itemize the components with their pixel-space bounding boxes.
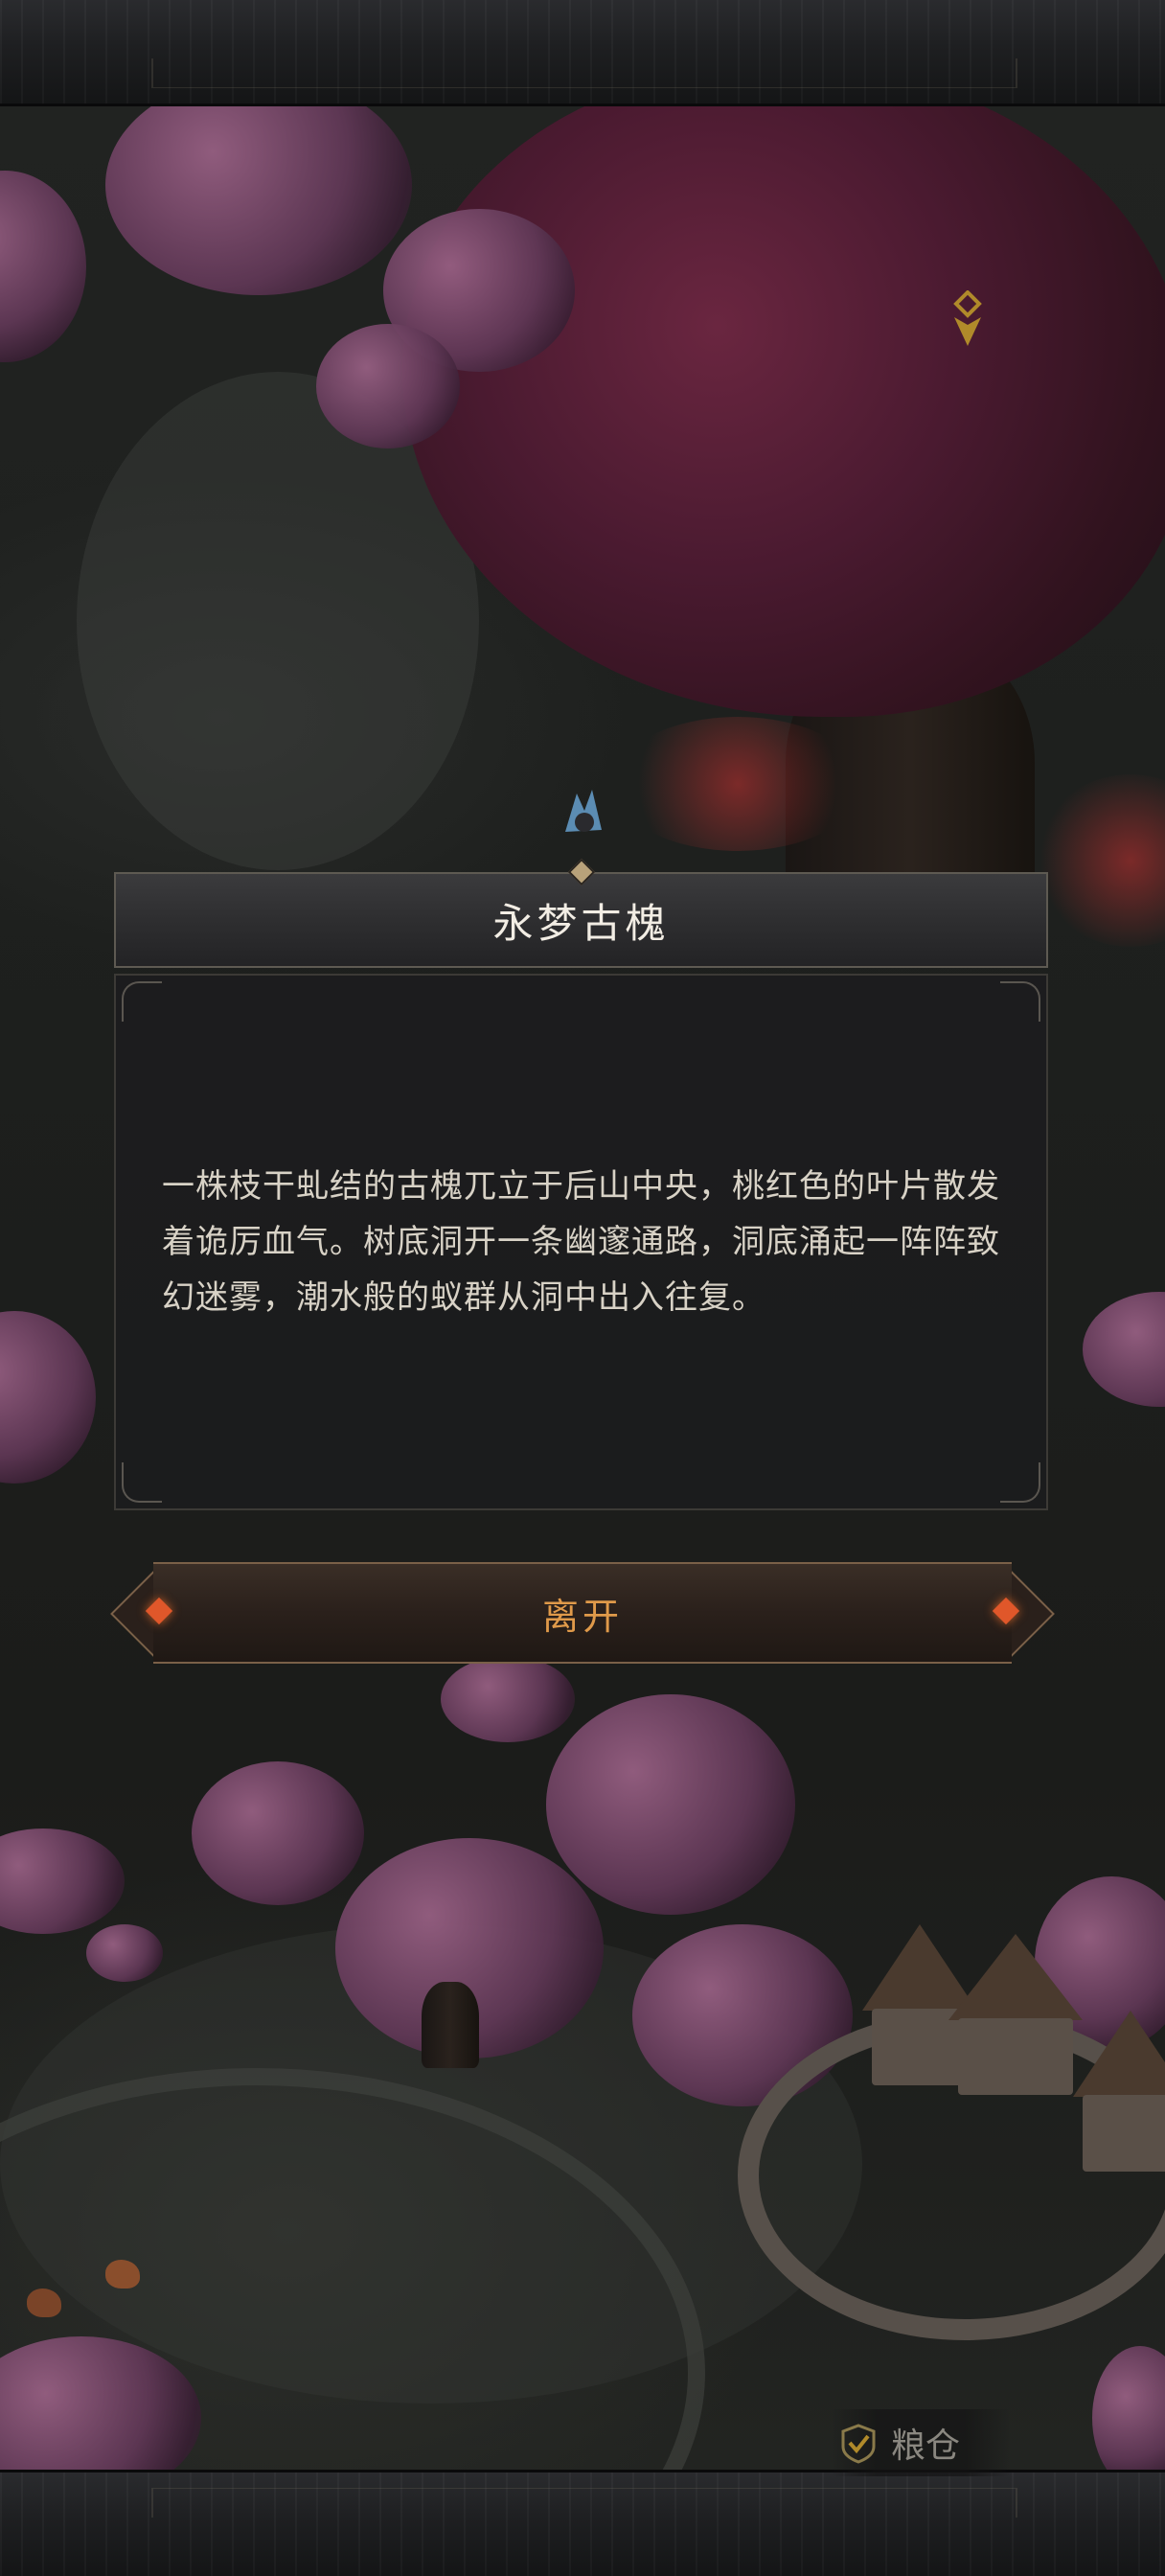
leave-button[interactable]: 离开 (110, 1562, 1055, 1664)
leave-button-body[interactable]: 离开 (153, 1562, 1012, 1664)
blossom-tree (1083, 1292, 1165, 1407)
location-dialog: 永梦古槐 一株枝干虬结的古槐兀立于后山中央，桃红色的叶片散发着诡厉血气。树底洞开… (114, 858, 1048, 1510)
frame-ornament (151, 58, 1017, 88)
blossom-tree (0, 1311, 96, 1484)
blood-glow (613, 717, 862, 851)
dialog-header: 永梦古槐 (114, 872, 1048, 968)
corner-ornament (1000, 981, 1040, 1022)
map-marker-icon[interactable] (948, 290, 987, 348)
blossom-tree (441, 1656, 575, 1742)
blossom-tree (0, 171, 86, 362)
granary-location-badge[interactable]: 粮仓 (832, 2409, 1010, 2476)
dialog-description: 一株枝干虬结的古槐兀立于后山中央，桃红色的叶片散发着诡厉血气。树底洞开一条幽邃通… (162, 1167, 1000, 1317)
blossom-tree (1092, 2346, 1165, 2472)
eternal-dream-locust-tree[interactable] (402, 104, 1165, 717)
blossom-tree (0, 1828, 125, 1934)
blossom-tree (546, 1694, 795, 1915)
blossom-tree (316, 324, 460, 448)
frame-ornament (151, 2488, 1017, 2518)
village-hut (1073, 2011, 1165, 2174)
blossom-tree (86, 1924, 163, 1982)
corner-ornament (122, 981, 162, 1022)
chicken (27, 2288, 61, 2317)
leave-button-label: 离开 (541, 1595, 623, 1638)
blossom-tree (192, 1761, 364, 1905)
village-hut (948, 1934, 1083, 2097)
granary-label: 粮仓 (891, 2426, 961, 2466)
blossom-tree (105, 104, 412, 295)
player-character (565, 790, 602, 832)
check-shield-icon (841, 2424, 876, 2464)
chicken (105, 2260, 140, 2288)
blood-glow (1035, 774, 1165, 947)
dialog-body: 一株枝干虬结的古槐兀立于后山中央，桃红色的叶片散发着诡厉血气。树底洞开一条幽邃通… (114, 974, 1048, 1510)
game-screen: 永梦古槐 一株枝干虬结的古槐兀立于后山中央，桃红色的叶片散发着诡厉血气。树底洞开… (0, 0, 1165, 2576)
corner-ornament (122, 1462, 162, 1503)
blossom-tree-trunk (422, 1982, 479, 2068)
bottom-frame-border (0, 2470, 1165, 2576)
top-frame-border (0, 0, 1165, 106)
dialog-title: 永梦古槐 (492, 899, 670, 947)
corner-ornament (1000, 1462, 1040, 1503)
